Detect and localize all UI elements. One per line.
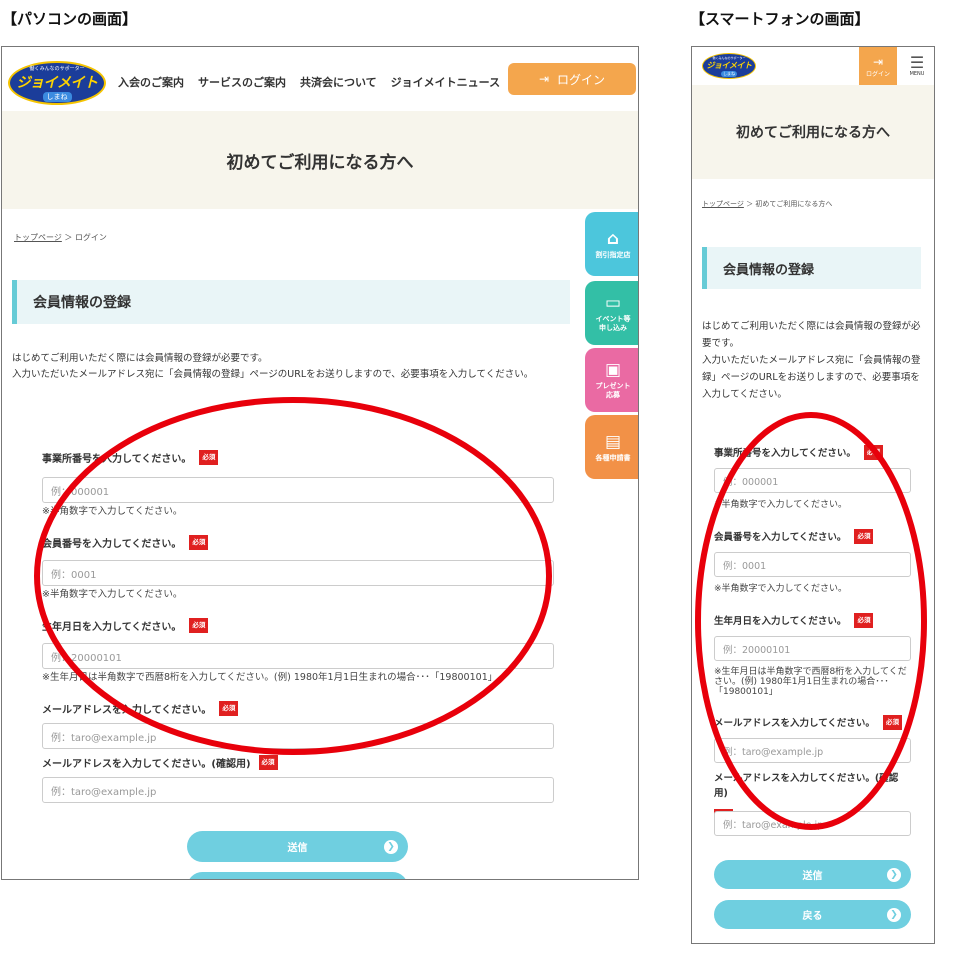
page-title: 初めてご利用になる方へ xyxy=(692,85,934,179)
required-badge: 必須 xyxy=(882,715,902,730)
email-confirm-input[interactable]: 例：taro@example.jp xyxy=(714,811,911,836)
birthdate-label: 生年月日を入力してください。 必須 xyxy=(42,618,209,633)
member-number-label: 会員番号を入力してください。 必須 xyxy=(714,529,874,544)
menu-button[interactable]: ☰ MENU xyxy=(899,47,934,85)
email-input[interactable]: 例：taro@example.jp xyxy=(42,723,554,749)
pc-caption: 【パソコンの画面】 xyxy=(2,10,138,28)
back-button[interactable]: 戻る ❯ xyxy=(714,900,911,929)
email-label: メールアドレスを入力してください。 必須 xyxy=(714,715,902,730)
office-number-input[interactable]: 例：000001 xyxy=(714,468,911,493)
birthdate-note: ※生年月日は半角数字で西暦8桁を入力してください。(例) 1980年1月1日生ま… xyxy=(714,667,907,697)
required-badge: 必須 xyxy=(189,618,209,633)
back-button[interactable]: 戻る ❯ xyxy=(187,872,408,879)
required-badge: 必須 xyxy=(854,613,874,628)
required-badge: 必須 xyxy=(189,535,209,550)
nav-item-news[interactable]: ジョイメイトニュース xyxy=(391,74,500,90)
site-logo[interactable]: 働くみんなのサポーター ジョイメイト しまね xyxy=(702,53,756,79)
site-logo[interactable]: 働くみんなのサポーター ジョイメイト しまね xyxy=(8,61,106,105)
sp-caption: 【スマートフォンの画面】 xyxy=(690,10,870,28)
side-tab-events[interactable]: ▭ イベント等 申し込み xyxy=(585,281,638,345)
side-tab-applications[interactable]: ▤ 各種申請書 xyxy=(585,415,638,479)
document-icon: ▤ xyxy=(604,431,622,452)
office-number-note: ※半角数字で入力してください。 xyxy=(714,500,848,510)
ticket-icon: ▭ xyxy=(604,293,622,313)
member-number-label: 会員番号を入力してください。 必須 xyxy=(42,535,209,550)
required-badge: 必須 xyxy=(258,755,278,770)
birthdate-input[interactable]: 例：20000101 xyxy=(714,636,911,661)
breadcrumb-home[interactable]: トップページ xyxy=(702,200,744,208)
member-number-input[interactable]: 例：0001 xyxy=(714,552,911,577)
login-icon: ⇥ xyxy=(872,54,884,69)
required-badge: 必須 xyxy=(199,450,219,465)
sp-screen: 働くみんなのサポーター ジョイメイト しまね ⇥ ログイン ☰ MENU 初めて… xyxy=(691,46,935,944)
email-input[interactable]: 例：taro@example.jp xyxy=(714,738,911,763)
nav-item-services[interactable]: サービスのご案内 xyxy=(198,74,286,90)
breadcrumb-current: ログイン xyxy=(74,233,107,242)
required-badge: 必須 xyxy=(219,701,239,716)
birthdate-label: 生年月日を入力してください。 必須 xyxy=(714,613,874,628)
submit-button[interactable]: 送信 ❯ xyxy=(714,860,911,889)
nav-item-join[interactable]: 入会のご案内 xyxy=(118,74,184,90)
required-badge: 必須 xyxy=(854,529,874,544)
login-icon: ⇥ xyxy=(538,72,550,86)
submit-button[interactable]: 送信 ❯ xyxy=(187,831,408,862)
breadcrumb-current: 初めてご利用になる方へ xyxy=(755,200,833,208)
section-title: 会員情報の登録 xyxy=(702,247,921,289)
intro-text: はじめてご利用いただく際には会員情報の登録が必要です。 入力いただいたメールアド… xyxy=(12,353,534,380)
breadcrumb: トップページ ＞ 初めてご利用になる方へ xyxy=(702,200,833,208)
house-icon: ⌂ xyxy=(606,228,620,249)
email-label: メールアドレスを入力してください。 必須 xyxy=(42,701,239,716)
side-tab-discount-shops[interactable]: ⌂ 割引指定店 xyxy=(585,212,638,276)
birthdate-note: ※生年月日は半角数字で西暦8桁を入力してください。(例) 1980年1月1日生ま… xyxy=(42,672,498,683)
member-number-note: ※半角数字で入力してください。 xyxy=(42,589,183,600)
hamburger-icon: ☰ xyxy=(909,53,925,72)
site-header: 働くみんなのサポーター ジョイメイト しまね 入会のご案内 サービスのご案内 共… xyxy=(2,47,638,111)
gift-icon: ▣ xyxy=(604,360,622,380)
intro-text: はじめてご利用いただく際には会員情報の登録が必要です。 入力いただいたメールアド… xyxy=(702,321,921,400)
chevron-right-icon: ❯ xyxy=(384,839,398,854)
side-tab-present[interactable]: ▣ プレゼント 応募 xyxy=(585,348,638,412)
office-number-input[interactable]: 例：000001 xyxy=(42,477,554,503)
required-badge: 必須 xyxy=(863,445,883,460)
pc-screen: 働くみんなのサポーター ジョイメイト しまね 入会のご案内 サービスのご案内 共… xyxy=(1,46,639,880)
breadcrumb-home[interactable]: トップページ xyxy=(14,233,62,242)
chevron-right-icon: ❯ xyxy=(887,907,901,922)
email-confirm-input[interactable]: 例：taro@example.jp xyxy=(42,777,554,803)
email-confirm-label: メールアドレスを入力してください。(確認用)必須 xyxy=(42,755,278,770)
breadcrumb: トップページ ＞ ログイン xyxy=(14,233,107,242)
member-number-input[interactable]: 例：0001 xyxy=(42,560,554,586)
office-number-label: 事業所番号を入力してください。 必須 xyxy=(714,445,883,460)
section-title: 会員情報の登録 xyxy=(12,280,570,324)
nav-item-about[interactable]: 共済会について xyxy=(300,74,377,90)
office-number-note: ※半角数字で入力してください。 xyxy=(42,506,183,517)
page-title: 初めてご利用になる方へ xyxy=(2,111,638,209)
office-number-label: 事業所番号を入力してください。 必須 xyxy=(42,450,219,465)
chevron-right-icon: ❯ xyxy=(887,867,901,882)
login-button[interactable]: ⇥ ログイン xyxy=(859,47,897,85)
global-nav: 入会のご案内 サービスのご案内 共済会について ジョイメイトニュース xyxy=(118,74,500,90)
login-button[interactable]: ⇥ ログイン xyxy=(508,63,636,95)
birthdate-input[interactable]: 例：20000101 xyxy=(42,643,554,669)
member-number-note: ※半角数字で入力してください。 xyxy=(714,584,848,594)
